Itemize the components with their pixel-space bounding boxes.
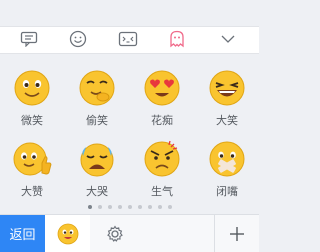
emoji-thumbs-up[interactable]: 大赞 — [0, 139, 64, 215]
page-dot — [157, 205, 162, 209]
emoji-heart-eyes[interactable]: 花痴 — [130, 68, 194, 144]
page-indicator — [0, 205, 259, 211]
emoji-snicker[interactable]: 偷笑 — [65, 68, 129, 144]
emoji-label: 闭嘴 — [216, 185, 238, 198]
category-kaomoji[interactable] — [103, 26, 153, 52]
kaomoji-icon — [118, 31, 138, 47]
emoji-label: 大笑 — [216, 114, 238, 127]
category-smiley[interactable] — [53, 26, 103, 52]
emoji-tab-icon — [57, 223, 78, 244]
emoji-label: 偷笑 — [86, 114, 108, 127]
page-dot — [97, 205, 102, 209]
crying-emoji-icon — [80, 143, 114, 177]
emoji-label: 大哭 — [86, 185, 108, 198]
page-dot — [147, 205, 152, 209]
add-button[interactable] — [214, 215, 259, 252]
category-message[interactable] — [4, 26, 54, 52]
settings-button[interactable] — [92, 215, 137, 252]
gear-icon — [106, 224, 123, 242]
smile-emoji-icon — [14, 70, 50, 106]
emoji-crying[interactable]: 大哭 — [65, 139, 129, 215]
chevron-down-icon — [221, 35, 235, 43]
emoji-shut-up[interactable]: 闭嘴 — [195, 139, 259, 215]
back-button-label: 返回 — [9, 228, 36, 243]
emoji-label: 生气 — [151, 185, 173, 198]
emoji-label: 花痴 — [151, 114, 173, 127]
back-button[interactable]: 返回 — [0, 215, 45, 252]
page-dot — [127, 205, 132, 209]
laugh-emoji-icon — [209, 70, 245, 106]
snicker-emoji-icon — [79, 70, 115, 106]
page-dot — [137, 205, 142, 209]
category-expand[interactable] — [203, 26, 253, 52]
shut-up-emoji-icon — [209, 141, 245, 177]
tab-emoji[interactable] — [45, 215, 90, 252]
smiley-icon — [69, 30, 87, 48]
angry-emoji-icon — [144, 140, 180, 177]
page-dot — [117, 205, 122, 209]
category-ghost[interactable] — [152, 26, 202, 52]
emoji-label: 微笑 — [21, 114, 43, 127]
plus-icon — [230, 226, 244, 241]
bottom-toolbar: 返回 — [0, 214, 259, 252]
page-dot — [107, 205, 112, 209]
emoji-category-bar — [0, 0, 259, 66]
heart-eyes-emoji-icon — [144, 70, 180, 106]
thumbs-up-emoji-icon — [13, 142, 52, 176]
message-icon — [20, 31, 38, 47]
ghost-icon — [170, 30, 184, 48]
page-dot — [167, 205, 172, 209]
emoji-angry[interactable]: 生气 — [130, 139, 194, 215]
emoji-laugh[interactable]: 大笑 — [195, 68, 259, 144]
emoji-label: 大赞 — [21, 185, 43, 198]
emoji-smile[interactable]: 微笑 — [0, 68, 64, 144]
page-dot — [87, 205, 92, 209]
